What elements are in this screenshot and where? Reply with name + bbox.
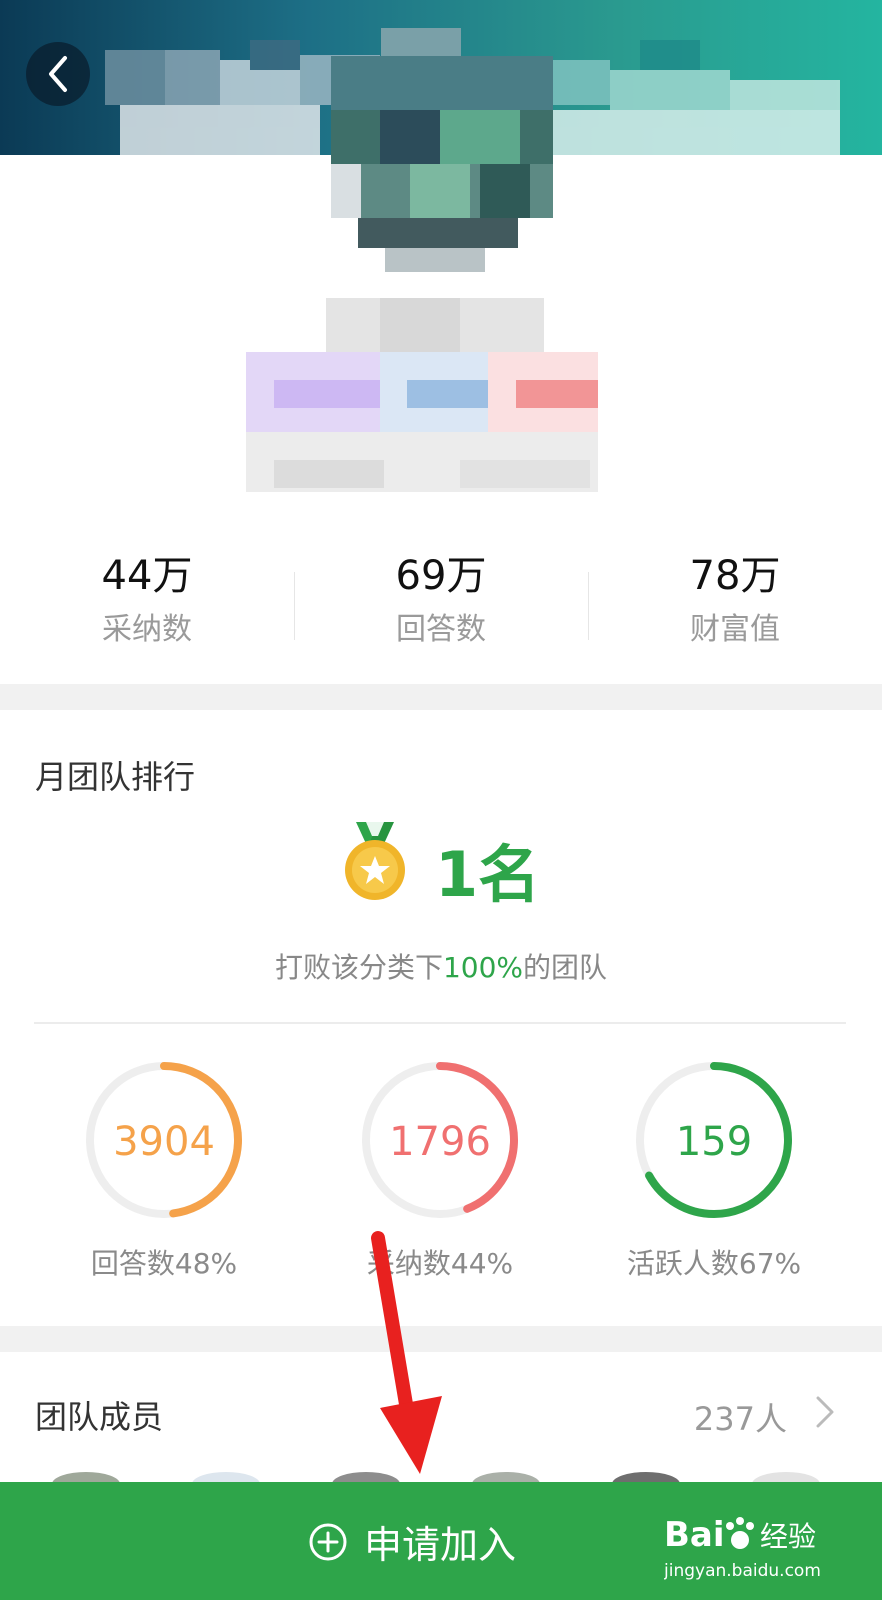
rank-subtitle: 打败该分类下100%的团队 (0, 946, 882, 986)
watermark-text: 经验 (760, 1520, 816, 1553)
medal-icon (345, 822, 405, 900)
ring-value: 159 (676, 1119, 752, 1165)
plus-circle-icon (309, 1523, 347, 1560)
rank-subtitle-suffix: 的团队 (523, 951, 608, 984)
stat-value: 44万 (101, 553, 193, 599)
ring-value: 3904 (113, 1119, 215, 1165)
ring-answers: 3904 回答数48% (74, 1058, 254, 1282)
members-count: 237人 (693, 1400, 787, 1438)
join-team-button[interactable]: 申请加入 (308, 1514, 516, 1569)
ring-label: 活跃人数67% (626, 1247, 802, 1280)
ring-chart: 1796 (362, 1062, 518, 1218)
ring-active: 159 活跃人数67% (624, 1058, 804, 1282)
stat-label: 回答数 (396, 612, 486, 647)
divider-line (34, 1022, 846, 1024)
ring-chart: 3904 (86, 1062, 242, 1218)
profile-mosaic (105, 28, 840, 492)
bottom-action-bar: 申请加入 Bai 经验 jingyan.baidu.com (0, 1482, 882, 1600)
rank-subtitle-percent: 100% (442, 951, 524, 984)
stat-wealth: 78万 财富值 (588, 548, 882, 658)
back-button[interactable] (26, 42, 90, 106)
annotation-arrow (371, 1231, 442, 1474)
ring-label: 回答数48% (90, 1247, 238, 1280)
paw-icon (726, 1517, 754, 1549)
stat-value: 78万 (689, 553, 781, 599)
members-title: 团队成员 (35, 1398, 164, 1436)
rank-value: 1名 (435, 838, 541, 911)
chevron-left-icon (49, 56, 67, 92)
rank-subtitle-prefix: 打败该分类下 (274, 951, 443, 984)
ring-chart: 159 (636, 1062, 792, 1218)
section-divider (0, 684, 882, 710)
stat-value: 69万 (395, 553, 487, 599)
ring-value: 1796 (389, 1119, 491, 1165)
ranking-title: 月团队排行 (35, 758, 196, 796)
watermark-url: jingyan.baidu.com (664, 1561, 821, 1581)
stat-answers: 69万 回答数 (294, 548, 588, 658)
stat-label: 财富值 (690, 612, 780, 647)
chevron-right-icon (816, 1396, 834, 1428)
stats-row: 44万 采纳数 69万 回答数 78万 财富值 (0, 548, 882, 658)
watermark-text: Bai (664, 1515, 725, 1555)
rank-row: 1名 (0, 818, 882, 911)
stat-label: 采纳数 (102, 612, 192, 647)
baidu-jingyan-watermark: Bai 经验 jingyan.baidu.com (664, 1515, 821, 1581)
join-team-label: 申请加入 (364, 1523, 517, 1567)
stat-adopted: 44万 采纳数 (0, 548, 294, 658)
